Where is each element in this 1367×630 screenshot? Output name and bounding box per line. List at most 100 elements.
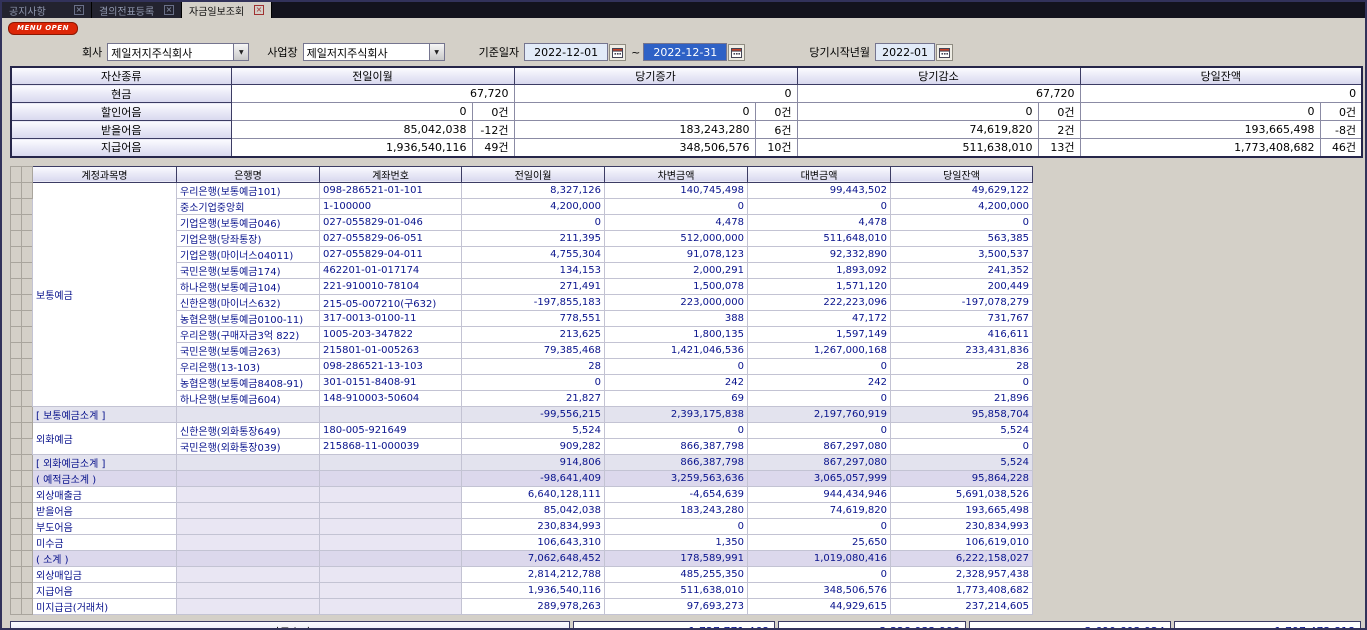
tab-active[interactable]: 자금일보조회× bbox=[182, 2, 272, 18]
amount-cell: 2,000,291 bbox=[605, 262, 748, 278]
amount-cell: 134,153 bbox=[462, 262, 605, 278]
amount-cell: 866,387,798 bbox=[605, 454, 748, 470]
tab-close-icon[interactable]: × bbox=[254, 5, 264, 15]
detail-row[interactable]: 외상매입금2,814,212,788485,255,35002,328,957,… bbox=[11, 566, 1033, 582]
detail-row[interactable]: 외상매출금6,640,128,111-4,654,639944,434,9465… bbox=[11, 486, 1033, 502]
menu-open-button[interactable]: MENU OPEN bbox=[8, 22, 78, 35]
chevron-down-icon[interactable]: ▼ bbox=[429, 44, 444, 60]
site-select-value: 제일저지주식회사 bbox=[304, 44, 429, 60]
amount-cell: 233,431,836 bbox=[891, 342, 1033, 358]
account-name-cell: [ 외화예금소계 ] bbox=[33, 454, 177, 470]
amount-cell: 289,978,263 bbox=[462, 598, 605, 614]
amount-cell: -197,855,183 bbox=[462, 294, 605, 310]
amount-cell: 5,524 bbox=[462, 422, 605, 438]
base-date-to-input[interactable]: 2022-12-31 bbox=[643, 43, 727, 61]
row-indicator bbox=[22, 374, 33, 390]
detail-row[interactable]: ( 예적금소계 )-98,641,4093,259,563,6363,065,0… bbox=[11, 470, 1033, 486]
amount-cell: 49,629,122 bbox=[891, 182, 1033, 198]
chevron-down-icon[interactable]: ▼ bbox=[233, 44, 248, 60]
amount-cell: 0 bbox=[514, 103, 755, 121]
amount-cell: 106,619,010 bbox=[891, 534, 1033, 550]
amount-cell: 1,800,135 bbox=[605, 326, 748, 342]
amount-cell: 25,650 bbox=[748, 534, 891, 550]
count-cell: 0건 bbox=[472, 103, 514, 121]
amount-cell: 74,619,820 bbox=[748, 502, 891, 518]
row-indicator bbox=[11, 278, 22, 294]
detail-row[interactable]: 받을어음85,042,038183,243,28074,619,820193,6… bbox=[11, 502, 1033, 518]
row-indicator bbox=[11, 358, 22, 374]
tab-inactive[interactable]: 공지사항× bbox=[2, 2, 92, 18]
company-select[interactable]: 제일저지주식회사 ▼ bbox=[107, 43, 249, 61]
account-number-cell: 148-910003-50604 bbox=[320, 390, 462, 406]
amount-cell: 44,929,615 bbox=[748, 598, 891, 614]
amount-cell: 511,638,010 bbox=[797, 139, 1038, 157]
tab-inactive[interactable]: 결의전표등록× bbox=[92, 2, 182, 18]
row-indicator bbox=[22, 422, 33, 438]
site-select[interactable]: 제일저지주식회사 ▼ bbox=[303, 43, 445, 61]
amount-cell: 223,000,000 bbox=[605, 294, 748, 310]
detail-table-body: 보통예금우리은행(보통예금101)098-286521-01-1018,327,… bbox=[11, 182, 1033, 614]
amount-cell: -99,556,215 bbox=[462, 406, 605, 422]
amount-cell: 106,643,310 bbox=[462, 534, 605, 550]
base-date-from-input[interactable]: 2022-12-01 bbox=[524, 43, 608, 61]
tab-close-icon[interactable]: × bbox=[164, 5, 174, 15]
amount-cell: 3,065,057,999 bbox=[748, 470, 891, 486]
bank-name-cell bbox=[177, 518, 320, 534]
column-header-period-decrease: 당기감소 bbox=[797, 67, 1080, 85]
count-cell: 6건 bbox=[755, 121, 797, 139]
amount-cell: 6,640,128,111 bbox=[462, 486, 605, 502]
bank-name-cell: 신한은행(마이너스632) bbox=[177, 294, 320, 310]
detail-row[interactable]: [ 보통예금소계 ]-99,556,2152,393,175,8382,197,… bbox=[11, 406, 1033, 422]
detail-row[interactable]: 부도어음230,834,99300230,834,993 bbox=[11, 518, 1033, 534]
detail-row[interactable]: 보통예금우리은행(보통예금101)098-286521-01-1018,327,… bbox=[11, 182, 1033, 198]
detail-row[interactable]: [ 외화예금소계 ]914,806866,387,798867,297,0805… bbox=[11, 454, 1033, 470]
period-start-label: 당기시작년월 bbox=[809, 44, 870, 60]
amount-cell: 4,200,000 bbox=[891, 198, 1033, 214]
bank-name-cell: 기업은행(마이너스04011) bbox=[177, 246, 320, 262]
amount-cell: 0 bbox=[891, 438, 1033, 454]
amount-cell: 21,896 bbox=[891, 390, 1033, 406]
calendar-button[interactable] bbox=[609, 44, 626, 61]
calendar-button[interactable] bbox=[728, 44, 745, 61]
detail-row[interactable]: 미지급금(거래처)289,978,26397,693,27344,929,615… bbox=[11, 598, 1033, 614]
amount-cell: 213,625 bbox=[462, 326, 605, 342]
row-indicator bbox=[11, 182, 22, 198]
bank-name-cell: 국민은행(보통예금174) bbox=[177, 262, 320, 278]
amount-cell: 183,243,280 bbox=[514, 121, 755, 139]
amount-cell: 4,755,304 bbox=[462, 246, 605, 262]
asset-type-cell: 지급어음 bbox=[11, 139, 231, 157]
amount-cell: 914,806 bbox=[462, 454, 605, 470]
period-start-input[interactable]: 2022-01 bbox=[875, 43, 935, 61]
column-header-day-balance: 당일잔액 bbox=[1080, 67, 1362, 85]
row-indicator bbox=[22, 294, 33, 310]
bank-name-cell: 우리은행(13-103) bbox=[177, 358, 320, 374]
bank-name-cell: 우리은행(보통예금101) bbox=[177, 182, 320, 198]
calendar-button[interactable] bbox=[936, 44, 953, 61]
amount-cell: 0 bbox=[891, 374, 1033, 390]
amount-cell: 85,042,038 bbox=[462, 502, 605, 518]
bank-name-cell bbox=[177, 486, 320, 502]
row-indicator bbox=[11, 294, 22, 310]
row-indicator bbox=[22, 486, 33, 502]
amount-cell: 485,255,350 bbox=[605, 566, 748, 582]
row-indicator bbox=[22, 390, 33, 406]
calendar-icon bbox=[939, 47, 950, 58]
fund-balance-label: 자금수지 bbox=[10, 621, 570, 630]
detail-row[interactable]: 미수금106,643,3101,35025,650106,619,010 bbox=[11, 534, 1033, 550]
account-name-cell: 부도어음 bbox=[33, 518, 177, 534]
detail-row[interactable]: ( 소계 )7,062,648,452178,589,9911,019,080,… bbox=[11, 550, 1033, 566]
bank-name-cell: 기업은행(당좌통장) bbox=[177, 230, 320, 246]
count-cell: 10건 bbox=[755, 139, 797, 157]
account-number-cell: 027-055829-01-046 bbox=[320, 214, 462, 230]
account-number-cell bbox=[320, 582, 462, 598]
column-header-prev-carryover: 전일이월 bbox=[231, 67, 514, 85]
tab-close-icon[interactable]: × bbox=[74, 5, 84, 15]
amount-cell: 67,720 bbox=[231, 85, 514, 103]
detail-row[interactable]: 외화예금신한은행(외화통장649)180-005-9216495,524005,… bbox=[11, 422, 1033, 438]
row-indicator bbox=[22, 310, 33, 326]
amount-cell: 1,267,000,168 bbox=[748, 342, 891, 358]
calendar-icon bbox=[612, 47, 623, 58]
detail-row[interactable]: 지급어음1,936,540,116511,638,010348,506,5761… bbox=[11, 582, 1033, 598]
count-cell: 0건 bbox=[1038, 103, 1080, 121]
amount-cell: 3,259,563,636 bbox=[605, 470, 748, 486]
